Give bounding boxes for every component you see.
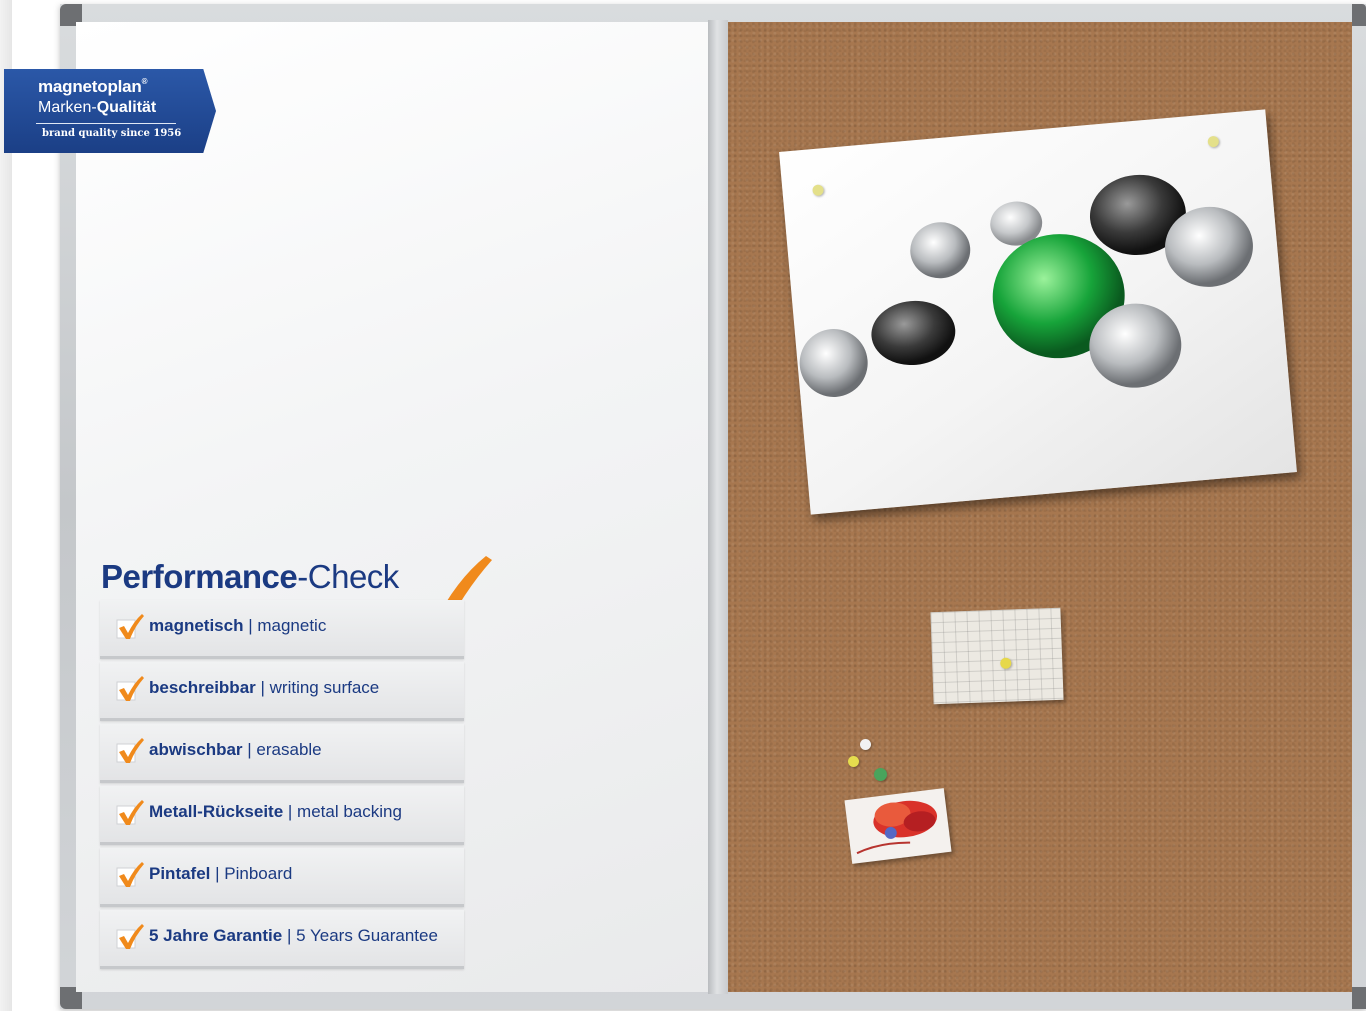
feature-label: abwischbar | erasable [149, 740, 322, 759]
check-icon [116, 738, 144, 763]
frame-corner [1352, 987, 1366, 1009]
pin-icon [874, 768, 887, 781]
check-icon [116, 800, 144, 825]
pinned-note-card [930, 607, 1064, 705]
gem-illustration [799, 174, 1253, 398]
pin-icon [860, 739, 871, 750]
logo-brand: magnetoplan® [38, 77, 148, 96]
check-icon [116, 614, 144, 639]
list-item: abwischbar | erasable [100, 724, 464, 783]
check-icon [116, 924, 144, 949]
list-item: Pintafel | Pinboard [100, 848, 464, 907]
magnetoplan-logo-badge: magnetoplan® Marken-Qualität brand quali… [4, 69, 216, 153]
list-item: 5 Jahre Garantie | 5 Years Guarantee [100, 910, 464, 969]
feature-label: magnetisch | magnetic [149, 616, 327, 635]
performance-check-title: Performance-Check [101, 558, 399, 595]
check-icon [116, 862, 144, 887]
feature-label: 5 Jahre Garantie | 5 Years Guarantee [149, 926, 438, 945]
flower-illustration [856, 800, 938, 855]
pin-icon [1000, 657, 1012, 669]
pinned-gem-photo [779, 109, 1297, 515]
check-icon [116, 676, 144, 701]
logo-since: brand quality since 1956 [42, 128, 182, 139]
pinned-flower-card [844, 788, 952, 864]
feature-label: Pintafel | Pinboard [149, 864, 293, 883]
logo-quality-line: Marken-Qualität [38, 99, 157, 116]
list-item: magnetisch | magnetic [100, 600, 464, 659]
list-item: beschreibbar | writing surface [100, 662, 464, 721]
whiteboard-surface [76, 22, 708, 992]
feature-label: beschreibbar | writing surface [149, 678, 380, 697]
logo-divider [36, 123, 176, 124]
feature-label: Metall-Rückseite | metal backing [149, 802, 402, 821]
frame-corner [1352, 4, 1366, 26]
list-item: Metall-Rückseite | metal backing [100, 786, 464, 845]
pin-icon [848, 756, 859, 767]
board-divider [708, 20, 728, 994]
